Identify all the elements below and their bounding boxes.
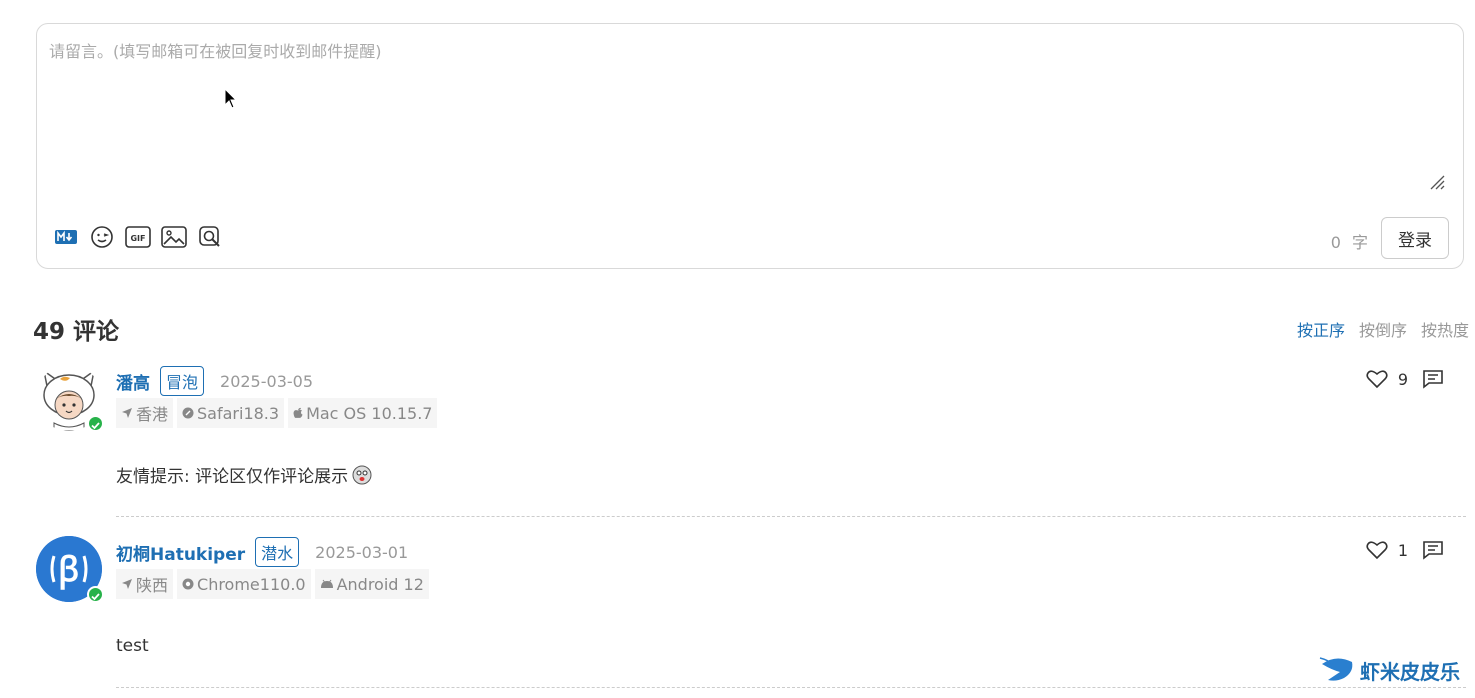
sort-asc[interactable]: 按正序: [1297, 317, 1345, 341]
comment-date: 2025-03-05: [220, 371, 313, 391]
emoji-icon[interactable]: [89, 224, 115, 250]
markdown-icon[interactable]: [53, 224, 79, 250]
android-icon: [320, 579, 333, 588]
comment-item: 潘高 冒泡 2025-03-05 香港 Safari18.3 Mac OS 10…: [36, 365, 1466, 517]
mouse-cursor-icon: [224, 88, 238, 109]
comment-tags: 香港 Safari18.3 Mac OS 10.15.7: [116, 398, 438, 428]
browser-text: Chrome110.0: [197, 574, 306, 594]
reply-icon[interactable]: [1422, 369, 1444, 389]
comment-item: ꞵ 初桐Hatukiper 潜水 2025-03-01 陕西 Chrome110…: [36, 536, 1466, 688]
svg-text:GIF: GIF: [130, 234, 145, 243]
word-count-value: 0: [1330, 233, 1341, 252]
gif-icon[interactable]: GIF: [125, 224, 151, 250]
sticker-emoji-icon: [352, 465, 372, 484]
sort-hot[interactable]: 按热度: [1421, 317, 1469, 341]
comment-content: test: [116, 636, 149, 656]
svg-text:ꞵ: ꞵ: [58, 550, 79, 590]
shrimp-logo-icon: [1319, 657, 1353, 681]
like-count: 1: [1397, 540, 1408, 560]
word-count-unit: 字: [1351, 233, 1368, 252]
browser-icon: [182, 407, 194, 419]
os-text: Mac OS 10.15.7: [306, 403, 433, 423]
comment-meta: 初桐Hatukiper 潜水 2025-03-01: [116, 536, 408, 568]
os-tag: Android 12: [314, 569, 429, 599]
comment-meta: 潘高 冒泡 2025-03-05: [116, 365, 313, 397]
location-text: 香港: [136, 405, 169, 424]
editor-toolbar: GIF: [53, 224, 223, 250]
comment-divider: [116, 516, 1466, 517]
location-text: 陕西: [136, 576, 169, 595]
watermark: 虾米皮皮乐: [1318, 654, 1460, 686]
sort-desc[interactable]: 按倒序: [1359, 317, 1407, 341]
like-count: 9: [1397, 369, 1408, 389]
user-level-badge: 潜水: [255, 537, 300, 567]
verified-badge-icon: [87, 586, 104, 603]
location-icon: [122, 579, 132, 589]
browser-tag: Safari18.3: [177, 398, 285, 428]
comment-textarea[interactable]: [49, 38, 1449, 188]
comment-tags: 陕西 Chrome110.0 Android 12: [116, 569, 429, 599]
apple-icon: [293, 407, 303, 418]
heart-icon[interactable]: [1366, 540, 1388, 560]
location-tag: 陕西: [116, 569, 174, 599]
os-text: Android 12: [336, 574, 424, 594]
login-button[interactable]: 登录: [1381, 217, 1449, 259]
comment-date: 2025-03-01: [315, 542, 409, 562]
resize-handle-icon[interactable]: [1429, 174, 1445, 190]
chrome-icon: [182, 578, 194, 590]
comment-actions: 1: [1366, 540, 1444, 560]
comment-count-title: 49 评论: [33, 319, 120, 345]
comment-author[interactable]: 初桐Hatukiper: [116, 540, 245, 565]
user-level-badge: 冒泡: [160, 366, 205, 396]
comment-actions: 9: [1366, 369, 1444, 389]
preview-icon[interactable]: [197, 224, 223, 250]
word-count: 0 字: [1331, 229, 1368, 253]
location-tag: 香港: [116, 398, 174, 428]
watermark-text: 虾米皮皮乐: [1360, 659, 1460, 684]
reply-icon[interactable]: [1422, 540, 1444, 560]
comment-text: test: [116, 636, 149, 656]
comment-content: 友情提示: 评论区仅作评论展示: [116, 462, 372, 487]
location-icon: [122, 408, 132, 418]
image-icon[interactable]: [161, 224, 187, 250]
comment-text: 友情提示: 评论区仅作评论展示: [116, 467, 349, 487]
browser-tag: Chrome110.0: [177, 569, 311, 599]
comment-divider: [116, 687, 1466, 688]
comment-author[interactable]: 潘高: [116, 369, 150, 394]
heart-icon[interactable]: [1366, 369, 1388, 389]
comment-editor: GIF 0 字 登录: [36, 23, 1464, 269]
os-tag: Mac OS 10.15.7: [288, 398, 438, 428]
browser-text: Safari18.3: [197, 403, 280, 423]
sort-options: 按正序 按倒序 按热度: [1297, 317, 1469, 341]
verified-badge-icon: [87, 415, 104, 432]
